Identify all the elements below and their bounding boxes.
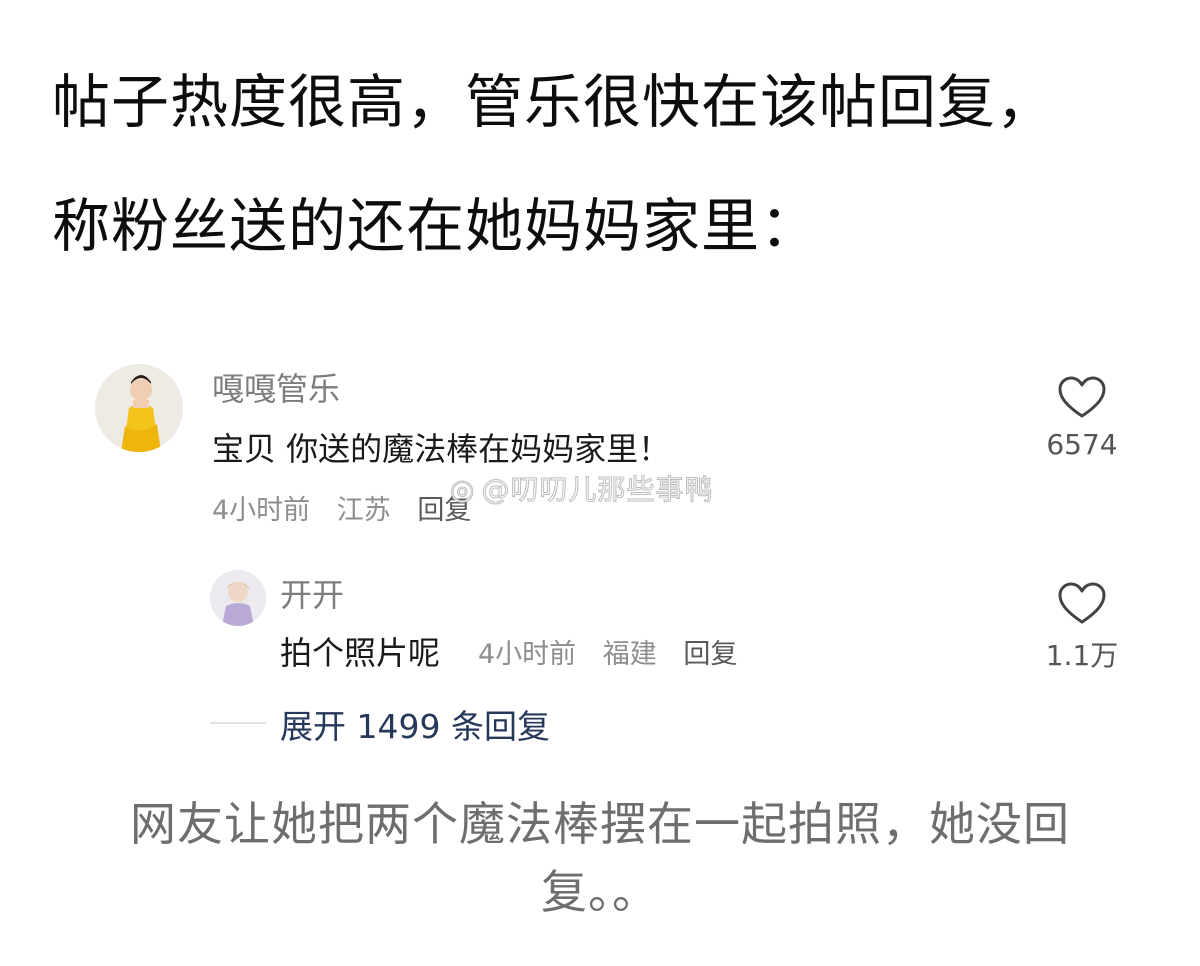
comment-like-button[interactable]: 6574 [1032,376,1132,461]
comment-meta: 4小时前 江苏 回复 [212,488,489,527]
headline: 帖子热度很高，管乐很快在该帖回复， 称粉丝送的还在她妈妈家里： [52,40,1162,288]
reply-meta: 4小时前 福建 回复 [478,632,755,671]
expand-replies-button[interactable]: 展开 1499 条回复 [280,700,550,748]
comment-username[interactable]: 嘎嘎管乐 [212,364,340,410]
reply-avatar[interactable] [210,570,266,626]
caption: 网友让她把两个魔法棒摆在一起拍照，她没回复。。 [130,797,1070,919]
watermark-text: @叨叨儿那些事鸭 [481,473,714,507]
expand-divider [210,722,266,724]
reply-text: 拍个照片呢 [280,634,441,672]
avatar[interactable] [95,364,183,452]
reply-time: 4小时前 [478,639,577,670]
avatar-image [95,364,183,452]
heart-outline-icon [1058,582,1106,624]
comment-time: 4小时前 [212,495,311,526]
reply-like-button[interactable]: 1.1万 [1032,582,1132,674]
heart-outline-icon [1058,376,1106,418]
headline-line-1: 帖子热度很高，管乐很快在该帖回复， [52,68,1056,136]
reply-location: 福建 [602,639,657,670]
comment-like-count: 6574 [1046,428,1118,461]
reply-username[interactable]: 开开 [280,570,344,616]
reply-like-count: 1.1万 [1045,639,1119,672]
reply-avatar-image [210,570,266,626]
watermark: ◎ @叨叨儿那些事鸭 [449,468,714,508]
comment-location: 江苏 [336,495,391,526]
reply-reply-button[interactable]: 回复 [683,639,737,670]
weibo-icon: ◎ [449,473,476,507]
comment-text: 宝贝 你送的魔法棒在妈妈家里！ [212,430,671,468]
headline-line-2: 称粉丝送的还在她妈妈家里： [52,192,820,260]
reply-row: 拍个照片呢 [280,628,440,674]
